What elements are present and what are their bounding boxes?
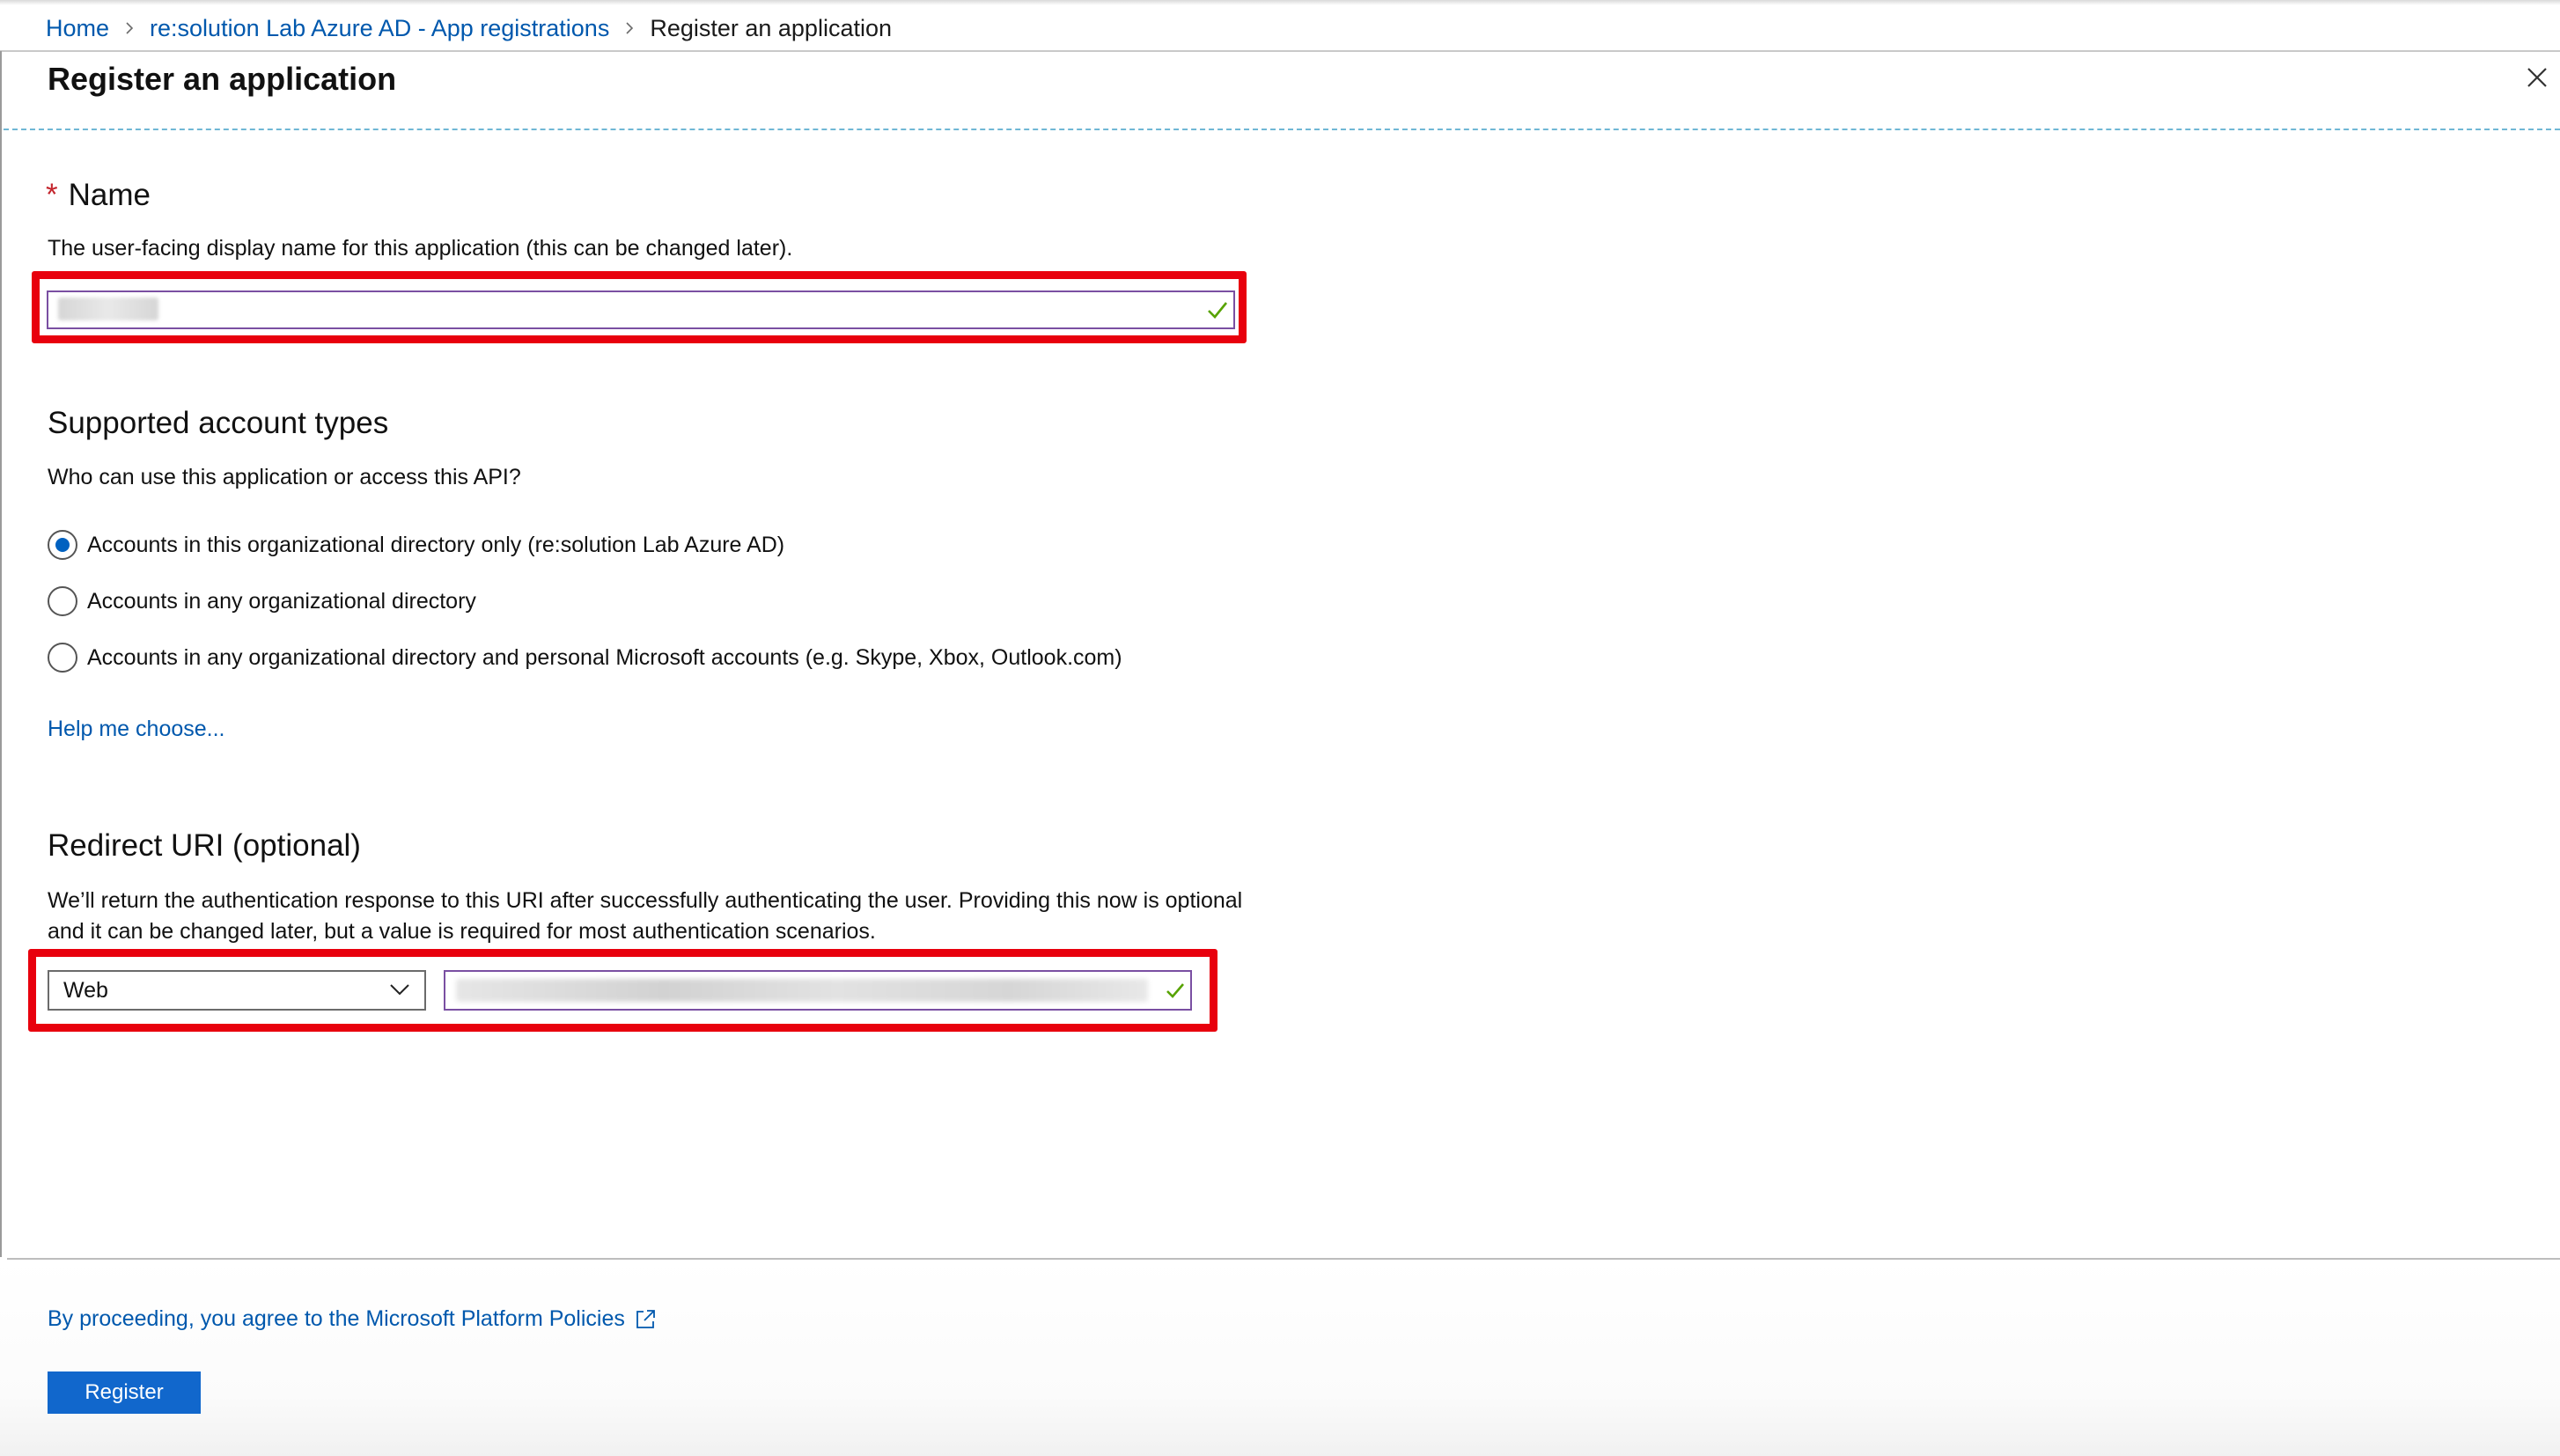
chevron-right-icon	[625, 21, 634, 35]
register-button[interactable]: Register	[48, 1371, 201, 1414]
radio-label: Accounts in any organizational directory…	[87, 644, 1122, 670]
blade-left-border	[0, 51, 2, 1257]
account-types-heading: Supported account types	[48, 406, 389, 440]
account-type-option-multi-tenant[interactable]: Accounts in any organizational directory	[48, 584, 476, 619]
external-link-icon	[636, 1309, 655, 1328]
close-button[interactable]	[2520, 60, 2555, 95]
account-type-option-single-tenant[interactable]: Accounts in this organizational director…	[48, 527, 784, 563]
radio-button[interactable]	[48, 586, 77, 616]
radio-button-selected[interactable]	[48, 530, 77, 560]
help-me-choose-link[interactable]: Help me choose...	[48, 717, 225, 742]
required-marker: *	[46, 178, 58, 212]
account-types-question: Who can use this application or access t…	[48, 465, 521, 489]
breadcrumb-app-registrations-link[interactable]: re:solution Lab Azure AD - App registrat…	[150, 15, 609, 42]
top-shadow	[0, 0, 2560, 5]
close-icon	[2527, 68, 2547, 87]
footer-background	[0, 1260, 2560, 1456]
chevron-right-icon	[125, 21, 134, 35]
name-highlight-box	[32, 271, 1247, 343]
radio-label: Accounts in any organizational directory	[87, 588, 476, 614]
radio-label: Accounts in this organizational director…	[87, 532, 785, 557]
redirect-uri-heading: Redirect URI (optional)	[48, 828, 361, 863]
platform-policies-link[interactable]: By proceeding, you agree to the Microsof…	[48, 1306, 657, 1332]
breadcrumb: Home re:solution Lab Azure AD - App regi…	[46, 11, 892, 46]
radio-button[interactable]	[48, 643, 77, 673]
page-title: Register an application	[48, 61, 397, 97]
breadcrumb-home-link[interactable]: Home	[46, 15, 109, 42]
breadcrumb-current: Register an application	[650, 14, 892, 41]
redirect-uri-highlight-box	[28, 949, 1217, 1032]
name-description: The user-facing display name for this ap…	[48, 236, 793, 261]
platform-policies-label: By proceeding, you agree to the Microsof…	[48, 1306, 625, 1331]
title-separator	[4, 129, 2560, 130]
name-heading: * Name	[46, 175, 151, 216]
footer-divider	[7, 1258, 2560, 1260]
account-type-option-multi-tenant-personal[interactable]: Accounts in any organizational directory…	[48, 640, 1122, 675]
name-heading-label: Name	[68, 178, 151, 212]
header-divider	[0, 50, 2560, 52]
redirect-uri-description: We’ll return the authentication response…	[48, 888, 1243, 944]
